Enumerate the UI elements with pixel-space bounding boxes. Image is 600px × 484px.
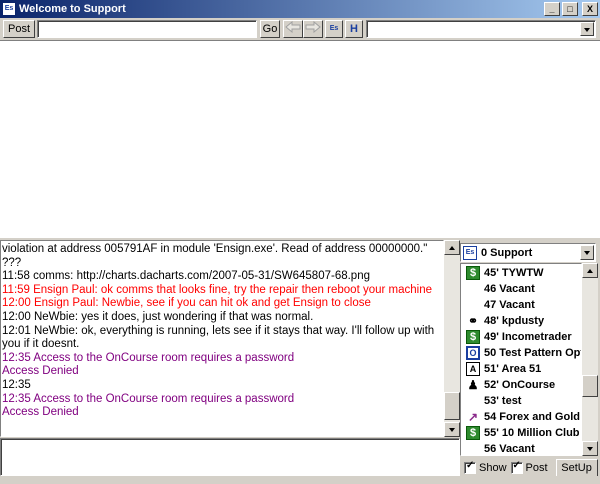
chat-message: 12:35 Access to the OnCourse room requir… <box>2 351 295 364</box>
chat-message: Access Denied <box>2 406 79 419</box>
chart-icon: ↗ <box>467 410 479 424</box>
room-label: 49' Incometrader <box>484 331 572 343</box>
app-icon: Es <box>2 2 16 16</box>
room-label: 50 Test Pattern Opt <box>484 347 581 359</box>
show-checkbox[interactable] <box>464 460 476 474</box>
binoculars-icon: ⚭ <box>467 314 479 328</box>
scroll-thumb[interactable] <box>582 375 598 397</box>
room-list-item[interactable]: $55' 10 Million Club <box>461 425 581 441</box>
post-button[interactable]: Post <box>3 20 35 38</box>
post-checkbox[interactable] <box>510 460 523 474</box>
scroll-up-icon[interactable] <box>444 240 460 255</box>
es-icon[interactable]: Es <box>325 20 343 38</box>
room-label: 47 Vacant <box>484 299 535 311</box>
blank-icon <box>466 298 480 312</box>
maximize-button[interactable]: □ <box>562 2 578 16</box>
chat-message: Access Denied <box>2 365 79 378</box>
forward-arrow-icon[interactable] <box>303 20 323 38</box>
blank-icon <box>466 442 480 455</box>
message-input[interactable] <box>0 438 460 476</box>
chat-message: violation at address 005791AF in module … <box>2 243 428 269</box>
title-bar: Es Welcome to Support _ □ X <box>0 0 600 18</box>
scroll-thumb[interactable] <box>444 392 460 420</box>
window-title: Welcome to Support <box>19 3 126 15</box>
room-dropdown[interactable]: Es 0 Support <box>460 243 596 262</box>
status-bar <box>0 476 600 484</box>
o-box-icon: O <box>466 346 480 360</box>
toolbar: Post Go Es H <box>0 19 600 39</box>
scroll-down-icon[interactable] <box>444 422 460 437</box>
room-list-item[interactable]: ↗ 54 Forex and Gold T <box>461 409 581 425</box>
room-list-item[interactable]: ⚭ 48' kpdusty <box>461 313 581 329</box>
room-list-item[interactable]: 46 Vacant <box>461 281 581 297</box>
room-dropdown-value: 0 Support <box>481 246 533 259</box>
room-list-item[interactable]: O 50 Test Pattern Opt <box>461 345 581 361</box>
room-list-item[interactable]: A 51' Area 51 <box>461 361 581 377</box>
room-list-item[interactable]: 56 Vacant <box>461 441 581 455</box>
a-box-icon: A <box>466 362 480 376</box>
right-dropdown[interactable] <box>366 20 596 38</box>
figure-icon: ♟ <box>467 378 479 392</box>
room-controls: Show Post SetUp <box>460 458 600 478</box>
chat-message: 12:35 <box>2 378 31 391</box>
post-checkbox-label: Post <box>525 462 548 474</box>
dollar-icon: $ <box>466 426 480 440</box>
minimize-button[interactable]: _ <box>544 2 560 16</box>
room-label: 52' OnCourse <box>484 379 556 391</box>
room-label: 45' TYWTW <box>484 267 544 279</box>
chat-message: 11:59 Ensign Paul: ok comms that looks f… <box>2 283 432 296</box>
chat-message: 12:35 Access to the OnCourse room requir… <box>2 392 295 405</box>
chat-message: 11:58 comms: http://charts.dacharts.com/… <box>2 270 370 283</box>
es-room-icon: Es <box>463 245 477 260</box>
chat-log: violation at address 005791AF in module … <box>0 240 444 437</box>
blank-icon <box>466 394 480 408</box>
room-label: 51' Area 51 <box>484 363 542 375</box>
room-list-item[interactable]: ♟ 52' OnCourse <box>461 377 581 393</box>
room-label: 56 Vacant <box>484 443 535 455</box>
close-button[interactable]: X <box>582 2 598 16</box>
scroll-down-icon[interactable] <box>582 441 598 456</box>
room-list-item[interactable]: 47 Vacant <box>461 297 581 313</box>
go-button[interactable]: Go <box>260 20 280 38</box>
show-label: Show <box>479 462 507 474</box>
browser-pane <box>0 40 600 238</box>
chat-message: 12:00 Ensign Paul: Newbie, see if you ca… <box>2 297 371 310</box>
blank-icon <box>466 282 480 296</box>
scroll-up-icon[interactable] <box>582 263 598 278</box>
room-list-item[interactable]: $45' TYWTW <box>461 265 581 281</box>
chevron-down-icon[interactable] <box>580 22 594 36</box>
back-arrow-icon[interactable] <box>283 20 303 38</box>
chat-message: 12:01 NeWbie: ok, everything is running,… <box>2 324 435 351</box>
h-icon[interactable]: H <box>345 20 363 38</box>
room-list-item[interactable]: 53' test <box>461 393 581 409</box>
chat-message: 12:00 NeWbie: yes it does, just wonderin… <box>2 310 314 323</box>
room-list-item[interactable]: $49' Incometrader <box>461 329 581 345</box>
dollar-icon: $ <box>466 266 480 280</box>
dollar-icon: $ <box>466 330 480 344</box>
chat-scrollbar[interactable] <box>444 240 460 437</box>
room-label: 53' test <box>484 395 522 407</box>
room-list: $45' TYWTW 46 Vacant 47 Vacant ⚭ 48' kpdusty… <box>460 263 582 456</box>
url-input[interactable] <box>37 20 257 38</box>
room-label: 48' kpdusty <box>484 315 545 327</box>
room-label: 55' 10 Million Club <box>484 427 580 439</box>
setup-button[interactable]: SetUp <box>555 459 598 477</box>
room-label: 46 Vacant <box>484 283 535 295</box>
room-label: 54 Forex and Gold T <box>484 411 581 423</box>
chevron-down-icon[interactable] <box>580 245 594 260</box>
room-list-scrollbar[interactable] <box>582 263 598 456</box>
